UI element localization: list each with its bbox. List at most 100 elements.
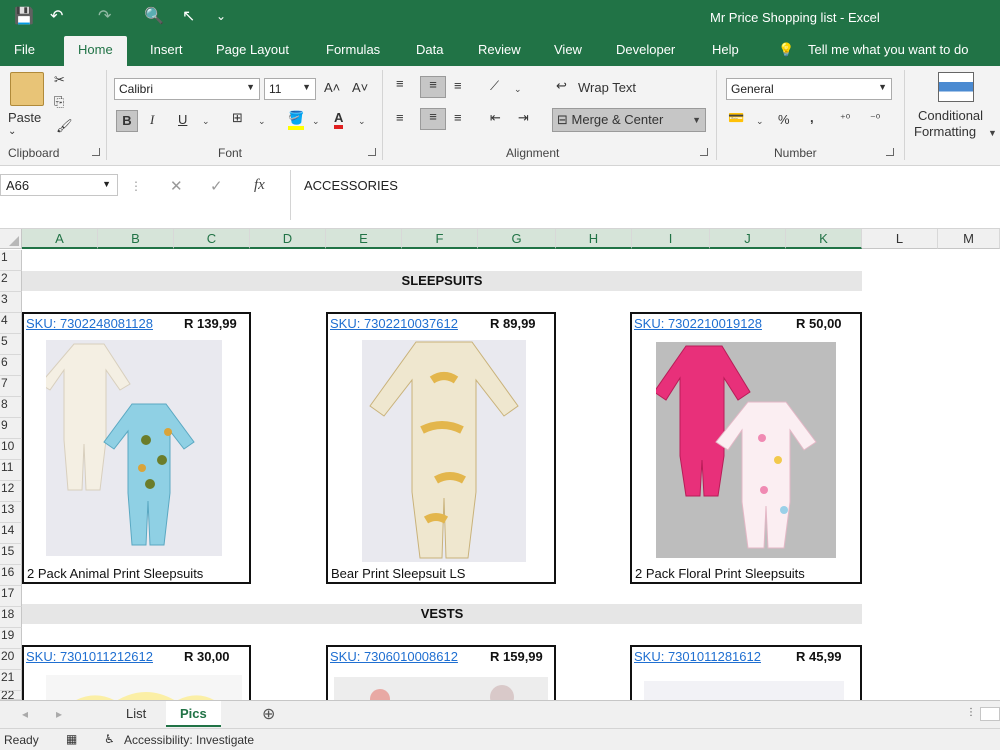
row-header-22[interactable]: 22 [0, 691, 22, 700]
column-header-a[interactable]: A [22, 229, 98, 249]
column-header-i[interactable]: I [632, 229, 710, 249]
print-preview-icon[interactable]: 🔍 [144, 6, 164, 26]
row-header-17[interactable]: 17 [0, 586, 22, 607]
decrease-indent-icon[interactable]: ⇤ [490, 110, 501, 126]
grow-font-button[interactable]: A˄ [324, 80, 340, 95]
sku-link[interactable]: SKU: 7301011281612 [634, 649, 761, 664]
decrease-decimal-icon[interactable]: ⁻⁰ [870, 112, 880, 125]
bottom-align-icon[interactable]: ≡ [454, 78, 462, 93]
increase-decimal-icon[interactable]: ⁺⁰ [840, 112, 850, 125]
fill-color-icon[interactable]: 🪣 [288, 110, 305, 130]
font-size-box[interactable]: 11 ▼ [264, 78, 316, 100]
font-name-box[interactable]: Calibri ▼ [114, 78, 260, 100]
row-header-16[interactable]: 16 [0, 565, 22, 586]
row-header-6[interactable]: 6 [0, 355, 22, 376]
merge-center-button[interactable]: ⊟ Merge & Center ▼ [552, 108, 706, 132]
tab-page-layout[interactable]: Page Layout [216, 42, 289, 57]
orientation-icon[interactable]: ⟋ [490, 78, 499, 94]
save-icon[interactable]: 💾 [14, 6, 34, 26]
chevron-down-icon[interactable]: ▼ [692, 115, 701, 125]
row-header-14[interactable]: 14 [0, 523, 22, 544]
alignment-launcher-icon[interactable] [700, 148, 708, 156]
column-header-m[interactable]: M [938, 229, 1000, 249]
paste-icon[interactable] [10, 72, 44, 106]
percent-button[interactable]: % [778, 112, 790, 127]
row-header-15[interactable]: 15 [0, 544, 22, 565]
scroll-right-icon[interactable]: ▸ [56, 707, 62, 721]
column-header-e[interactable]: E [326, 229, 402, 249]
tab-data[interactable]: Data [416, 42, 443, 57]
conditional-formatting-button-line2[interactable]: Formatting [914, 124, 976, 139]
column-header-b[interactable]: B [98, 229, 174, 249]
tab-developer[interactable]: Developer [616, 42, 675, 57]
sku-link[interactable]: SKU: 7302210019128 [634, 316, 762, 331]
accounting-format-icon[interactable]: 💳 [728, 110, 744, 126]
add-sheet-icon[interactable]: ⊕ [262, 704, 275, 724]
redo-icon[interactable]: ↷ [98, 6, 111, 26]
align-left-icon[interactable]: ≡ [396, 110, 404, 125]
number-launcher-icon[interactable] [886, 148, 894, 156]
name-box[interactable]: A66 ▼ [0, 174, 118, 196]
section-header-sleepsuits[interactable]: SLEEPSUITS [22, 271, 862, 291]
font-launcher-icon[interactable] [368, 148, 376, 156]
tab-file[interactable]: File [14, 42, 35, 57]
row-header-12[interactable]: 12 [0, 481, 22, 502]
row-header-2[interactable]: 2 [0, 271, 22, 292]
italic-button[interactable]: I [150, 112, 154, 128]
align-right-icon[interactable]: ≡ [454, 110, 462, 125]
accounting-dropdown-icon[interactable]: ⌄ [756, 116, 764, 127]
row-header-20[interactable]: 20 [0, 649, 22, 670]
product-card[interactable]: SKU: 7302210037612 R 89,99 Bear Print Sl… [326, 312, 556, 584]
sku-link[interactable]: SKU: 7306010008612 [330, 649, 458, 664]
sku-link[interactable]: SKU: 7301011212612 [26, 649, 153, 664]
touch-mode-icon[interactable]: ↖ [182, 6, 195, 26]
column-header-h[interactable]: H [556, 229, 632, 249]
row-header-11[interactable]: 11 [0, 460, 22, 481]
column-header-k[interactable]: K [786, 229, 862, 249]
copy-icon[interactable]: ⎘ [54, 94, 64, 110]
tab-home[interactable]: Home [64, 36, 127, 66]
customize-toolbar-icon[interactable]: ⌄ [216, 9, 226, 23]
row-header-18[interactable]: 18 [0, 607, 22, 628]
tab-insert[interactable]: Insert [150, 42, 183, 57]
comma-button[interactable]: , [810, 110, 814, 125]
paste-dropdown-icon[interactable]: ⌄ [8, 126, 16, 137]
font-color-dropdown-icon[interactable]: ⌄ [358, 116, 366, 127]
paste-button[interactable]: Paste [8, 110, 41, 125]
conditional-formatting-button[interactable]: Conditional [918, 108, 983, 123]
row-header-10[interactable]: 10 [0, 439, 22, 460]
section-header-vests[interactable]: VESTS [22, 604, 862, 624]
font-color-icon[interactable]: A [334, 110, 344, 129]
accessibility-status[interactable]: Accessibility: Investigate [124, 733, 254, 747]
column-header-j[interactable]: J [710, 229, 786, 249]
middle-align-icon[interactable]: ≡ [420, 76, 446, 98]
product-card[interactable]: SKU: 7301011212612 R 30,00 [22, 645, 251, 700]
formula-input[interactable]: ACCESSORIES [290, 170, 1000, 220]
tab-help[interactable]: Help [712, 42, 739, 57]
clipboard-launcher-icon[interactable] [92, 148, 100, 156]
tab-formulas[interactable]: Formulas [326, 42, 380, 57]
enter-icon[interactable]: ✓ [210, 177, 223, 195]
column-header-l[interactable]: L [862, 229, 938, 249]
scroll-left-icon[interactable]: ◂ [22, 707, 28, 721]
underline-button[interactable]: U [178, 112, 187, 127]
row-header-8[interactable]: 8 [0, 397, 22, 418]
wrap-text-button[interactable]: Wrap Text [578, 80, 636, 95]
worksheet-grid[interactable]: SLEEPSUITS SKU: 7302248081128 R 139,99 2… [22, 250, 1000, 700]
sku-link[interactable]: SKU: 7302248081128 [26, 316, 153, 331]
select-all-button[interactable] [0, 229, 22, 249]
underline-dropdown-icon[interactable]: ⌄ [202, 116, 210, 127]
row-header-19[interactable]: 19 [0, 628, 22, 649]
column-header-g[interactable]: G [478, 229, 556, 249]
macro-record-icon[interactable]: ▦ [66, 732, 77, 746]
sku-link[interactable]: SKU: 7302210037612 [330, 316, 458, 331]
row-header-5[interactable]: 5 [0, 334, 22, 355]
tab-review[interactable]: Review [478, 42, 521, 57]
shrink-font-button[interactable]: A˅ [352, 80, 368, 95]
product-card[interactable]: SKU: 7302210019128 R 50,00 2 Pack Floral… [630, 312, 862, 584]
conditional-formatting-icon[interactable] [938, 72, 974, 102]
row-header-3[interactable]: 3 [0, 292, 22, 313]
horizontal-scrollbar[interactable] [980, 707, 1000, 721]
row-header-13[interactable]: 13 [0, 502, 22, 523]
top-align-icon[interactable]: ≡ [396, 76, 404, 91]
